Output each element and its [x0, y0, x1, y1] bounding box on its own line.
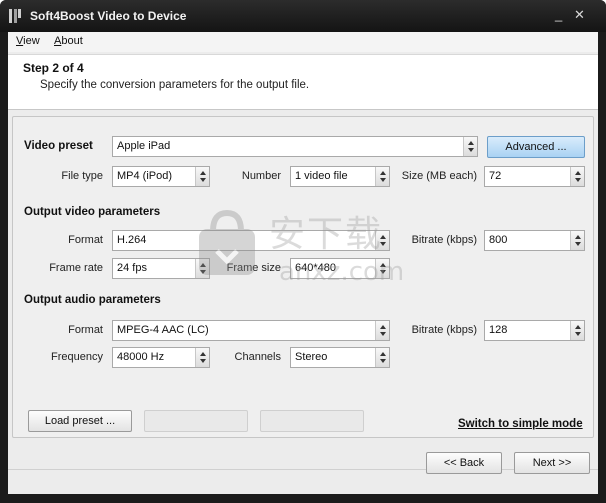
frequency-label: Frequency [51, 351, 103, 363]
file-type-select[interactable]: MP4 (iPod) [112, 166, 210, 187]
audio-format-spin-icon [375, 321, 389, 340]
frequency-value: 48000 Hz [117, 351, 165, 363]
channels-value: Stereo [295, 351, 328, 363]
number-label: Number [241, 170, 281, 182]
output-video-section-title: Output video parameters [24, 206, 161, 218]
video-bitrate-label: Bitrate (kbps) [411, 234, 477, 246]
channels-spin-icon [375, 348, 389, 367]
next-button[interactable]: Next >> [514, 452, 590, 474]
window-title: Soft4Boost Video to Device [30, 9, 187, 23]
audio-bitrate-value: 128 [489, 324, 508, 336]
file-type-spin-icon [195, 167, 209, 186]
disabled-preset-button [144, 410, 248, 432]
audio-format-select[interactable]: MPEG-4 AAC (LC) [112, 320, 390, 341]
parameters-panel: Video preset Apple iPad Advanced ... Fil… [12, 116, 594, 438]
video-preset-value: Apple iPad [117, 140, 171, 152]
frequency-spin-icon [195, 348, 209, 367]
size-stepper[interactable]: 72 [484, 166, 585, 187]
number-spin-icon [375, 167, 389, 186]
video-preset-select[interactable]: Apple iPad [112, 136, 478, 157]
disabled-preset-button-2 [260, 410, 364, 432]
frame-size-label: Frame size [226, 262, 281, 274]
menu-about[interactable]: About [54, 35, 83, 47]
frame-size-select[interactable]: 640*480 [290, 258, 390, 279]
audio-bitrate-label: Bitrate (kbps) [411, 324, 477, 336]
video-bitrate-arrows-icon[interactable] [570, 231, 584, 250]
advanced-button[interactable]: Advanced ... [487, 136, 585, 158]
frame-rate-spin-icon [195, 259, 209, 278]
size-value: 72 [489, 170, 502, 182]
number-value: 1 video file [295, 170, 348, 182]
audio-format-label: Format [68, 324, 103, 336]
video-format-select[interactable]: H.264 [112, 230, 390, 251]
menu-view-label: iew [23, 35, 40, 47]
app-window: Soft4Boost Video to Device _ ✕ View Abou… [0, 0, 606, 503]
size-label: Size (MB each) [401, 170, 477, 182]
switch-simple-mode-link[interactable]: Switch to simple mode [458, 418, 583, 430]
minimize-button[interactable]: _ [555, 8, 562, 22]
wizard-header: Step 2 of 4 Specify the conversion param… [8, 54, 598, 110]
title-bar[interactable]: Soft4Boost Video to Device _ ✕ [0, 0, 606, 32]
menu-view[interactable]: View [16, 35, 40, 47]
step-title: Step 2 of 4 [23, 61, 84, 75]
channels-select[interactable]: Stereo [290, 347, 390, 368]
menu-about-label: bout [61, 35, 83, 47]
frame-rate-select[interactable]: 24 fps [112, 258, 210, 279]
video-bitrate-value: 800 [489, 234, 508, 246]
audio-bitrate-select[interactable]: 128 [484, 320, 585, 341]
step-description: Specify the conversion parameters for th… [40, 79, 310, 91]
footer-divider [8, 469, 598, 470]
frame-rate-label: Frame rate [49, 262, 103, 274]
menu-bar: View About [8, 32, 598, 52]
audio-format-value: MPEG-4 AAC (LC) [117, 324, 209, 336]
number-select[interactable]: 1 video file [290, 166, 390, 187]
frame-size-spin-icon [375, 259, 389, 278]
frame-size-value: 640*480 [295, 262, 336, 274]
video-format-value: H.264 [117, 234, 147, 246]
file-type-label: File type [61, 170, 103, 182]
frequency-select[interactable]: 48000 Hz [112, 347, 210, 368]
output-audio-section-title: Output audio parameters [24, 294, 161, 306]
video-preset-spin-icon [463, 137, 477, 156]
audio-bitrate-spin-icon [570, 321, 584, 340]
size-stepper-arrows-icon[interactable] [570, 167, 584, 186]
app-logo-icon [9, 9, 21, 23]
frame-rate-value: 24 fps [117, 262, 147, 274]
client-area: View About Step 2 of 4 Specify the conve… [8, 32, 598, 494]
file-type-value: MP4 (iPod) [117, 170, 173, 182]
video-format-spin-icon [375, 231, 389, 250]
channels-label: Channels [234, 351, 281, 363]
back-button[interactable]: << Back [426, 452, 502, 474]
load-preset-button[interactable]: Load preset ... [28, 410, 132, 432]
video-preset-label: Video preset [24, 140, 93, 152]
close-button[interactable]: ✕ [574, 8, 585, 22]
video-bitrate-stepper[interactable]: 800 [484, 230, 585, 251]
video-format-label: Format [68, 234, 103, 246]
